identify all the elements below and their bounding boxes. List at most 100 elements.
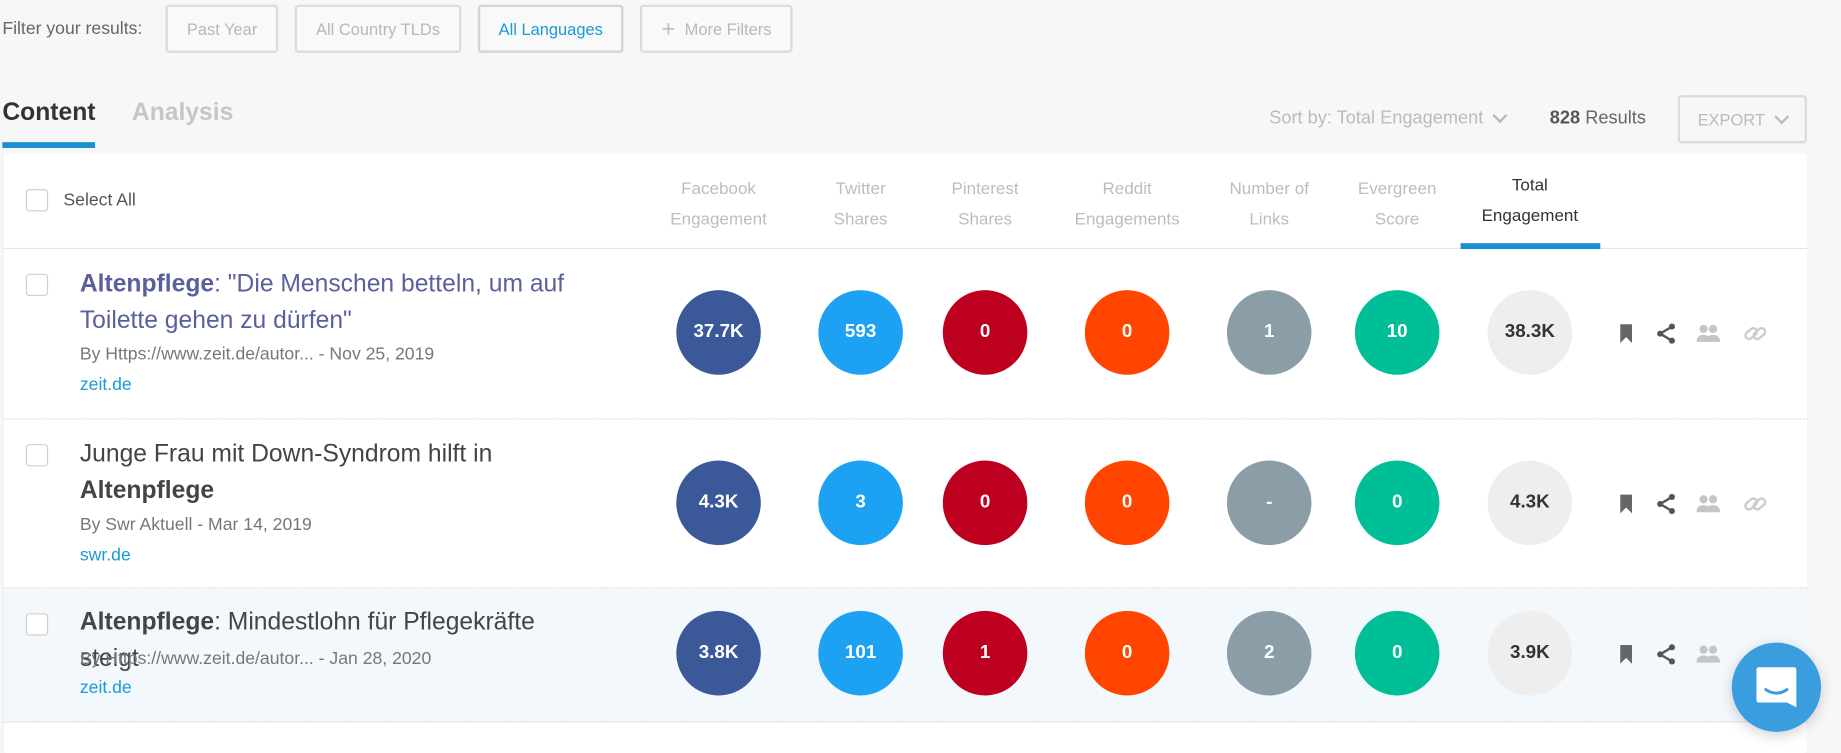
twitter-shares-value: 101: [818, 610, 903, 696]
filter-bar: Filter your results: Past Year All Count…: [2, 4, 809, 53]
table-row: Altenpflege: "Die Menschen betteln, um a…: [3, 249, 1809, 420]
link-icon[interactable]: [1742, 322, 1767, 345]
metric-value-text: 10: [1386, 321, 1408, 342]
reddit-engagements-value: 0: [1084, 610, 1170, 696]
row-checkbox[interactable]: [25, 613, 49, 636]
column-header-line: Twitter: [835, 179, 886, 199]
column-header-links[interactable]: Number of Links: [1199, 174, 1340, 235]
row-checkbox[interactable]: [25, 444, 49, 467]
metric-value-text: 2: [1263, 642, 1275, 663]
number-of-links-value: -: [1226, 460, 1312, 546]
share-icon[interactable]: [1654, 643, 1677, 666]
metric-value-text: 3: [855, 492, 866, 513]
column-header-pinterest[interactable]: Pinterest Shares: [915, 174, 1056, 235]
share-icon[interactable]: [1654, 492, 1677, 515]
chat-icon: [1756, 667, 1797, 708]
sort-dropdown[interactable]: Sort by: Total Engagement: [1269, 108, 1508, 129]
results-number: 828: [1549, 108, 1581, 129]
metric-value-text: 0: [979, 492, 991, 513]
metric-value-text: 1: [1263, 321, 1275, 342]
metric-value-text: 38.3K: [1504, 321, 1555, 342]
total-engagement-value: 38.3K: [1487, 290, 1573, 375]
table-row: Junge Frau mit Down-Syndrom hilft in Alt…: [3, 419, 1809, 589]
table-header: Select All Facebook Engagement Twitter Sha…: [3, 154, 1807, 250]
link-icon[interactable]: [1742, 492, 1767, 515]
tab-content[interactable]: Content: [2, 94, 96, 149]
column-header-line: Shares: [833, 210, 888, 230]
column-header-total-engagement[interactable]: Total Engagement: [1459, 170, 1600, 231]
twitter-shares-value: 593: [818, 290, 903, 375]
metric-value-text: 0: [1121, 642, 1133, 663]
more-filters-button[interactable]: + More Filters: [640, 4, 793, 53]
total-engagement-value: 3.9K: [1487, 610, 1573, 696]
filter-button-label: All Languages: [498, 19, 603, 39]
facebook-engagement-value: 3.8K: [676, 610, 761, 696]
column-header-facebook[interactable]: Facebook Engagement: [648, 174, 789, 235]
article-domain-link[interactable]: zeit.de: [80, 678, 132, 698]
chevron-down-icon: [1492, 108, 1508, 124]
export-label: EXPORT: [1697, 109, 1765, 129]
row-checkbox[interactable]: [25, 273, 49, 297]
column-header-line: Engagements: [1074, 210, 1180, 230]
metric-value-text: 4.3K: [1510, 492, 1550, 513]
column-header-evergreen[interactable]: Evergreen Score: [1327, 174, 1468, 235]
column-header-line: Reddit: [1102, 179, 1152, 199]
share-icon[interactable]: [1654, 322, 1677, 345]
article-byline: By Https://www.zeit.de/autor... - Jan 28…: [79, 648, 432, 669]
chat-launcher-button[interactable]: [1731, 642, 1822, 732]
title-keyword: Altenpflege: [79, 476, 215, 504]
number-of-links-value: 2: [1226, 610, 1312, 696]
column-header-line: Total: [1511, 176, 1548, 196]
influencers-icon[interactable]: [1695, 643, 1721, 666]
filter-button-label: More Filters: [684, 19, 772, 39]
view-tabs: Content Analysis: [2, 94, 269, 149]
bookmark-icon[interactable]: [1614, 643, 1637, 666]
column-header-line: Links: [1249, 210, 1290, 230]
results-count: 828 Results: [1550, 108, 1646, 129]
column-header-line: Facebook: [681, 179, 756, 199]
filter-country-tlds-button[interactable]: All Country TLDs: [294, 4, 462, 53]
column-header-reddit[interactable]: Reddit Engagements: [1057, 174, 1198, 235]
article-title-link[interactable]: Junge Frau mit Down-Syndrom hilft in Alt…: [80, 436, 597, 509]
plus-icon: +: [661, 15, 676, 42]
column-header-line: Engagement: [670, 210, 767, 230]
pinterest-shares-value: 1: [942, 610, 1028, 696]
filter-button-label: Past Year: [186, 19, 258, 39]
column-header-line: Score: [1374, 210, 1420, 230]
select-all-checkbox[interactable]: [25, 189, 49, 212]
evergreen-score-value: 0: [1354, 460, 1440, 546]
filter-languages-button[interactable]: All Languages: [477, 4, 624, 53]
bookmark-icon[interactable]: [1614, 322, 1637, 345]
metric-value-text: 0: [1391, 642, 1403, 663]
metric-value-text: 593: [844, 321, 877, 342]
tab-analysis[interactable]: Analysis: [132, 94, 233, 148]
column-header-line: Number of: [1229, 179, 1309, 199]
title-text: Junge Frau mit Down-Syndrom hilft in: [79, 440, 493, 468]
filter-past-year-button[interactable]: Past Year: [165, 4, 279, 53]
influencers-icon[interactable]: [1695, 322, 1721, 345]
article-domain-link[interactable]: swr.de: [80, 545, 131, 565]
metric-value-text: 0: [979, 321, 991, 342]
results-label: Results: [1585, 108, 1646, 129]
article-title-link[interactable]: Altenpflege: "Die Menschen betteln, um a…: [80, 266, 597, 339]
export-button[interactable]: EXPORT: [1677, 95, 1807, 144]
filter-button-label: All Country TLDs: [315, 19, 440, 39]
metric-value-text: -: [1266, 492, 1273, 513]
metric-value-text: 3.8K: [698, 642, 739, 663]
metric-value-text: 101: [844, 642, 877, 663]
influencers-icon[interactable]: [1695, 492, 1721, 515]
select-all-label: Select All: [63, 190, 136, 211]
column-header-line: Pinterest: [951, 179, 1019, 199]
pinterest-shares-value: 0: [942, 460, 1028, 546]
metric-value-text: 1: [979, 642, 991, 663]
number-of-links-value: 1: [1226, 290, 1312, 375]
bookmark-icon[interactable]: [1614, 492, 1637, 515]
table-row: Altenpflege: Mindestlohn für Pflegekräft…: [3, 588, 1809, 723]
column-header-twitter[interactable]: Twitter Shares: [790, 174, 931, 235]
chevron-down-icon: [1774, 108, 1790, 124]
column-header-line: Evergreen: [1357, 179, 1437, 199]
reddit-engagements-value: 0: [1084, 460, 1170, 546]
column-header-line: Shares: [958, 210, 1013, 230]
article-domain-link[interactable]: zeit.de: [80, 375, 132, 395]
metric-value-text: 0: [1121, 321, 1133, 342]
